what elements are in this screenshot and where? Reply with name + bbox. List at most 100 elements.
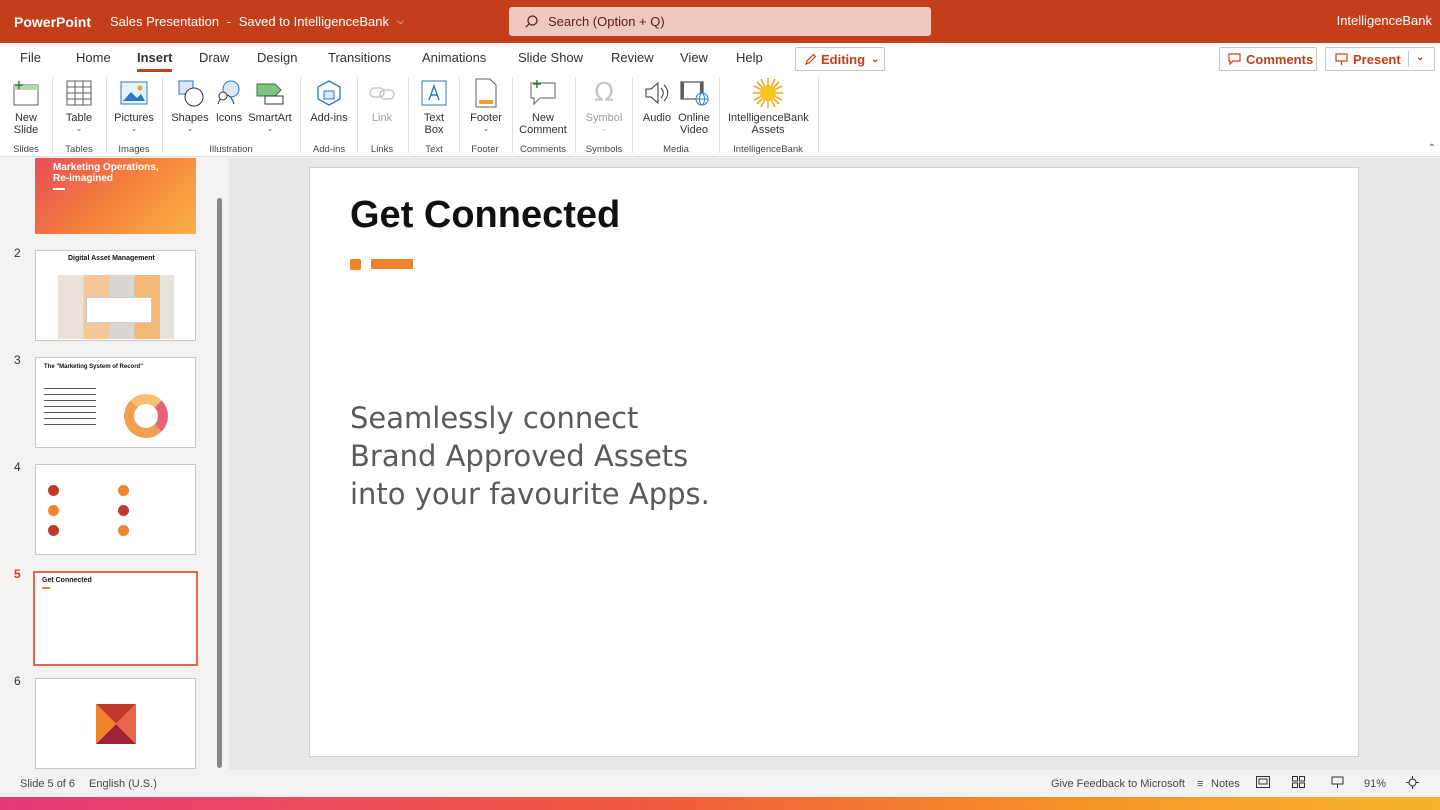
notes-button[interactable]: Notes bbox=[1211, 778, 1240, 790]
tab-file[interactable]: File bbox=[20, 50, 41, 65]
document-name: Sales Presentation bbox=[110, 14, 220, 29]
fit-to-window-icon[interactable] bbox=[1406, 776, 1419, 792]
brand-gradient-strip bbox=[0, 797, 1440, 810]
tenant-name[interactable]: IntelligenceBank bbox=[1337, 13, 1432, 28]
group-text: Text bbox=[425, 144, 443, 155]
link-label: Link bbox=[371, 112, 393, 124]
normal-view-icon[interactable] bbox=[1256, 776, 1270, 791]
comment-icon bbox=[1228, 53, 1241, 65]
slide-body-text[interactable]: Seamlessly connect Brand Approved Assets… bbox=[350, 399, 710, 513]
search-box[interactable]: Search (Option + Q) bbox=[509, 7, 931, 36]
link-button[interactable]: Link bbox=[366, 77, 398, 124]
tab-animations[interactable]: Animations bbox=[422, 50, 486, 65]
icons-icon bbox=[213, 77, 245, 109]
title-accent-square bbox=[350, 259, 361, 270]
shapes-label: Shapes bbox=[171, 112, 209, 124]
pencil-icon bbox=[805, 53, 817, 65]
slide-thumbnail-6[interactable] bbox=[35, 678, 196, 769]
ribbon-divider bbox=[162, 77, 163, 153]
document-title[interactable]: Sales Presentation - Saved to Intelligen… bbox=[110, 14, 404, 29]
chevron-down-icon: ⌄ bbox=[482, 124, 490, 133]
group-images: Images bbox=[118, 144, 150, 155]
thumbnail-dot bbox=[48, 485, 59, 496]
intelligencebank-assets-button[interactable]: IntelligenceBank Assets bbox=[726, 77, 810, 136]
tab-help[interactable]: Help bbox=[736, 50, 763, 65]
group-symbols: Symbols bbox=[585, 144, 623, 155]
chevron-down-icon[interactable]: ⌄ bbox=[1416, 52, 1424, 63]
slide-thumbnail-5[interactable]: Get Connected bbox=[33, 571, 198, 666]
footer-label: Footer bbox=[470, 112, 502, 124]
tab-draw[interactable]: Draw bbox=[199, 50, 229, 65]
group-comments: Comments bbox=[520, 144, 566, 155]
ribbon-divider bbox=[408, 77, 409, 153]
slide-thumbnail-3[interactable]: The "Marketing System of Record" bbox=[35, 357, 196, 448]
slide-counter: Slide 5 of 6 bbox=[20, 778, 76, 790]
online-video-button[interactable]: Online Video bbox=[676, 77, 712, 136]
search-icon bbox=[525, 15, 538, 28]
tab-slide-show[interactable]: Slide Show bbox=[518, 50, 583, 65]
group-slides: Slides bbox=[13, 144, 39, 155]
thumbnail-title: The "Marketing System of Record" bbox=[44, 364, 144, 370]
collapse-ribbon-icon[interactable]: ⌃ bbox=[1428, 143, 1436, 154]
tab-insert[interactable]: Insert bbox=[137, 50, 173, 72]
audio-button[interactable]: Audio bbox=[640, 77, 674, 124]
pictures-button[interactable]: Pictures ⌄ bbox=[112, 77, 156, 133]
feedback-link[interactable]: Give Feedback to Microsoft bbox=[1051, 778, 1185, 790]
tab-review[interactable]: Review bbox=[611, 50, 654, 65]
present-label: Present bbox=[1353, 51, 1401, 67]
thumbnail-scrollbar[interactable] bbox=[217, 198, 222, 768]
thumbnail-dot bbox=[118, 485, 129, 496]
chevron-down-icon: ⌄ bbox=[186, 124, 194, 133]
shapes-button[interactable]: Shapes ⌄ bbox=[170, 77, 210, 133]
new-slide-button[interactable]: New Slide bbox=[8, 77, 44, 136]
tab-design[interactable]: Design bbox=[257, 50, 297, 65]
thumbnail-dialog bbox=[86, 297, 152, 323]
present-separator bbox=[1408, 51, 1409, 67]
slide-title[interactable]: Get Connected bbox=[350, 194, 620, 237]
comments-button[interactable]: Comments bbox=[1219, 47, 1317, 71]
slide-thumbnail-4[interactable] bbox=[35, 464, 196, 555]
tab-view[interactable]: View bbox=[680, 50, 708, 65]
zoom-level[interactable]: 91% bbox=[1364, 778, 1386, 790]
status-bar: Slide 5 of 6 English (U.S.) Give Feedbac… bbox=[0, 770, 1440, 797]
table-button[interactable]: Table ⌄ bbox=[63, 77, 95, 133]
textbox-label: Text Box bbox=[423, 112, 445, 136]
current-slide[interactable]: Get Connected Seamlessly connect Brand A… bbox=[309, 167, 1359, 757]
tab-home[interactable]: Home bbox=[76, 50, 111, 65]
new-comment-icon bbox=[527, 77, 559, 109]
ribbon-divider bbox=[357, 77, 358, 153]
addins-label: Add-ins bbox=[310, 112, 348, 124]
icons-button[interactable]: Icons bbox=[213, 77, 245, 124]
thumbnail-number: 2 bbox=[14, 246, 21, 260]
thumbnail-number: 6 bbox=[14, 674, 21, 688]
symbol-button[interactable]: Ω Symbol ⌄ bbox=[583, 77, 625, 133]
textbox-button[interactable]: Text Box bbox=[415, 77, 453, 136]
table-label: Table bbox=[65, 112, 93, 124]
addins-button[interactable]: Add-ins bbox=[307, 77, 351, 124]
chevron-down-icon: ⌄ bbox=[266, 124, 274, 133]
notes-icon[interactable]: ≡ bbox=[1197, 778, 1203, 790]
group-addins: Add-ins bbox=[312, 144, 346, 155]
new-slide-label: New Slide bbox=[13, 112, 39, 136]
search-placeholder: Search (Option + Q) bbox=[548, 14, 665, 29]
chevron-down-icon: ⌵ bbox=[397, 16, 404, 26]
tab-transitions[interactable]: Transitions bbox=[328, 50, 391, 65]
ribbon-divider bbox=[632, 77, 633, 153]
footer-button[interactable]: Footer ⌄ bbox=[466, 77, 506, 133]
smartart-button[interactable]: SmartArt ⌄ bbox=[248, 77, 292, 133]
new-comment-button[interactable]: New Comment bbox=[518, 77, 568, 136]
thumbnail-dot bbox=[48, 525, 59, 536]
thumbnail-dot bbox=[118, 505, 129, 516]
editing-mode-button[interactable]: Editing ⌄ bbox=[795, 47, 885, 71]
slideshow-view-icon[interactable] bbox=[1331, 776, 1344, 792]
slide-thumbnail-1[interactable]: Marketing Operations, Re-imagined bbox=[35, 158, 196, 234]
thumbnail-number: 4 bbox=[14, 460, 21, 474]
intelligencebank-icon bbox=[752, 77, 784, 109]
present-button[interactable]: Present ⌄ bbox=[1325, 47, 1435, 71]
language-indicator[interactable]: English (U.S.) bbox=[89, 778, 157, 790]
app-name[interactable]: PowerPoint bbox=[14, 14, 102, 30]
presentation-icon bbox=[1335, 52, 1348, 65]
slide-thumbnail-2[interactable]: Digital Asset Management bbox=[35, 250, 196, 341]
thumbnail-title: Digital Asset Management bbox=[68, 255, 155, 262]
slide-sorter-icon[interactable] bbox=[1292, 776, 1305, 791]
